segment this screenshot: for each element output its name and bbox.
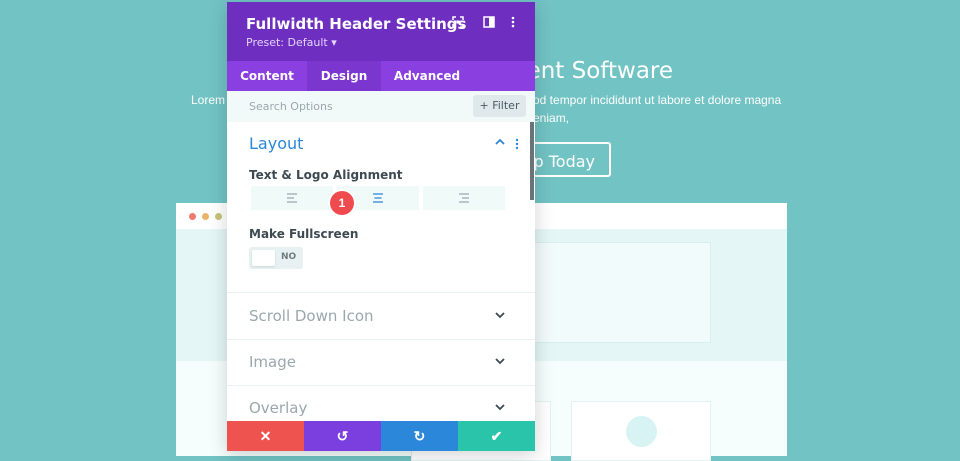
chevron-down-icon[interactable] <box>495 357 505 365</box>
save-button[interactable]: ✔ <box>458 421 535 451</box>
chevron-down-icon[interactable] <box>495 311 505 319</box>
text-logo-alignment-label: Text & Logo Alignment <box>249 168 403 182</box>
section-title-scroll-down-icon[interactable]: Scroll Down Icon <box>249 307 374 325</box>
undo-button[interactable]: ↺ <box>304 421 381 451</box>
maximize-dot-icon <box>215 213 222 220</box>
align-right-button[interactable] <box>423 186 505 210</box>
step-badge: 1 <box>330 191 354 215</box>
discard-button[interactable]: ✕ <box>227 421 304 451</box>
check-icon: ✔ <box>490 428 503 444</box>
minimize-dot-icon <box>202 213 209 220</box>
section-divider <box>227 385 535 386</box>
section-divider <box>227 339 535 340</box>
redo-icon: ↻ <box>413 428 426 444</box>
chevron-down-icon[interactable] <box>495 403 505 411</box>
scrollbar-thumb[interactable] <box>530 122 534 200</box>
redo-button[interactable]: ↻ <box>381 421 458 451</box>
toggle-state: NO <box>281 252 297 262</box>
section-divider <box>227 292 535 293</box>
toggle-knob <box>252 250 275 266</box>
tab-content[interactable]: Content <box>227 61 307 91</box>
tab-design[interactable]: Design <box>307 61 381 91</box>
hero-text-right: od tempor incididunt ut labore et dolore… <box>533 93 782 107</box>
section-title-layout[interactable]: Layout <box>249 134 303 153</box>
close-dot-icon <box>189 213 196 220</box>
section-options-icon[interactable] <box>515 138 519 150</box>
undo-icon: ↺ <box>336 428 349 444</box>
section-title-overlay[interactable]: Overlay <box>249 399 307 417</box>
browser-content-box <box>533 242 711 343</box>
hero-text-line2: eniam, <box>533 111 570 125</box>
alignment-button-group <box>251 186 507 210</box>
more-options-icon[interactable] <box>511 16 515 28</box>
search-options-row: Search Options + Filter <box>227 91 535 122</box>
tab-advanced[interactable]: Advanced <box>381 61 473 91</box>
fullscreen-icon[interactable] <box>452 16 464 28</box>
section-title-image[interactable]: Image <box>249 353 296 371</box>
placeholder-circle-icon <box>626 416 657 447</box>
settings-panel: Fullwidth Header Settings Preset: Defaul… <box>227 2 535 451</box>
filter-button[interactable]: + Filter <box>473 95 526 117</box>
chevron-up-icon[interactable] <box>495 138 505 146</box>
panel-title: Fullwidth Header Settings <box>246 15 467 33</box>
search-options-input[interactable]: Search Options <box>249 100 333 113</box>
hero-heading: nent Software <box>512 58 674 84</box>
hero-text-left: Lorem <box>191 93 226 107</box>
panel-footer: ✕ ↺ ↻ ✔ <box>227 421 535 451</box>
fullscreen-toggle[interactable]: NO <box>249 247 303 269</box>
align-left-button[interactable] <box>251 186 333 210</box>
make-fullscreen-label: Make Fullscreen <box>249 227 359 241</box>
tab-bar: Content Design Advanced <box>227 61 535 91</box>
preset-selector[interactable]: Preset: Default ▾ <box>246 36 337 49</box>
close-icon: ✕ <box>259 428 272 444</box>
split-view-icon[interactable] <box>483 16 495 28</box>
panel-header: Fullwidth Header Settings Preset: Defaul… <box>227 2 535 61</box>
